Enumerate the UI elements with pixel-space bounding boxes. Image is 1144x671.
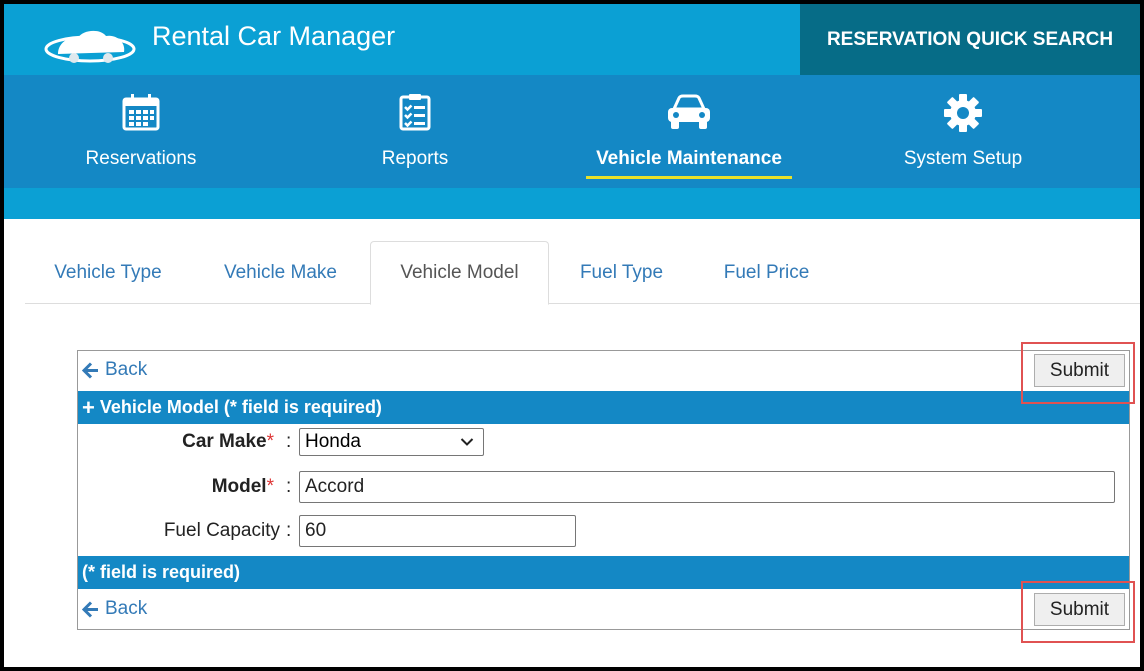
tab-fuel-price[interactable]: Fuel Price — [694, 241, 839, 304]
active-nav-underline — [586, 176, 792, 179]
colon: : — [286, 476, 292, 497]
nav-subbar — [4, 188, 1140, 219]
tab-fuel-type[interactable]: Fuel Type — [549, 241, 694, 304]
app-header: Rental Car Manager RESERVATION QUICK SEA… — [4, 4, 1140, 75]
chevron-down-icon — [460, 438, 474, 446]
car-make-select[interactable]: Honda — [299, 428, 484, 456]
reservation-quick-search-button[interactable]: RESERVATION QUICK SEARCH — [800, 4, 1140, 75]
nav-label-reports: Reports — [381, 148, 449, 169]
model-label-text: Model — [211, 476, 267, 497]
colon: : — [286, 520, 292, 541]
nav-label-system-setup: System Setup — [903, 148, 1023, 169]
app-window: Rental Car Manager RESERVATION QUICK SEA… — [4, 4, 1140, 667]
vehicle-model-form: Back Submit + Vehicle Model (* field is … — [77, 350, 1130, 630]
section-header: + Vehicle Model (* field is required) — [78, 391, 1129, 424]
car-cloud-logo — [44, 30, 136, 63]
model-label: Model* — [138, 476, 274, 498]
required-mark: * — [266, 476, 274, 497]
car-icon — [668, 94, 710, 129]
app-title: Rental Car Manager — [152, 21, 396, 51]
car-make-value: Honda — [305, 431, 361, 452]
submit-highlight-bottom — [1021, 581, 1135, 643]
required-mark: * — [266, 431, 274, 452]
model-input[interactable] — [299, 471, 1115, 503]
gear-icon — [944, 94, 982, 132]
back-link-bottom[interactable]: Back — [82, 598, 147, 620]
car-make-label: Car Make* — [138, 431, 274, 453]
nav-label-reservations: Reservations — [85, 148, 197, 169]
plus-icon: + — [82, 394, 95, 420]
nav-item-system-setup[interactable]: System Setup — [826, 75, 1100, 188]
maintenance-tabs: Vehicle Type Vehicle Make Vehicle Model … — [25, 241, 1140, 305]
arrow-left-icon — [82, 361, 98, 379]
back-label: Back — [105, 598, 148, 619]
tab-vehicle-make[interactable]: Vehicle Make — [191, 241, 370, 304]
nav-item-vehicle-maintenance[interactable]: Vehicle Maintenance — [552, 75, 826, 188]
nav-item-reports[interactable]: Reports — [278, 75, 552, 188]
car-make-label-text: Car Make — [182, 431, 267, 452]
nav-label-vehicle-maintenance: Vehicle Maintenance — [596, 148, 782, 169]
tab-vehicle-model[interactable]: Vehicle Model — [370, 241, 549, 305]
fuel-capacity-label: Fuel Capacity — [163, 520, 280, 541]
calendar-icon — [122, 94, 160, 131]
submit-highlight-top — [1021, 342, 1135, 404]
section-header-text: Vehicle Model (* field is required) — [99, 397, 382, 417]
back-label: Back — [105, 359, 148, 380]
colon: : — [286, 431, 292, 452]
back-link-top[interactable]: Back — [82, 359, 147, 381]
nav-item-reservations[interactable]: Reservations — [4, 75, 278, 188]
main-nav: Reservations Reports Vehicle Maintenance… — [4, 75, 1140, 188]
checklist-icon — [399, 94, 431, 131]
arrow-left-icon — [82, 600, 98, 618]
required-note: (* field is required) — [82, 562, 241, 582]
fuel-capacity-input[interactable] — [299, 515, 576, 547]
required-note-bar: (* field is required) — [78, 556, 1129, 589]
tab-vehicle-type[interactable]: Vehicle Type — [25, 241, 191, 304]
